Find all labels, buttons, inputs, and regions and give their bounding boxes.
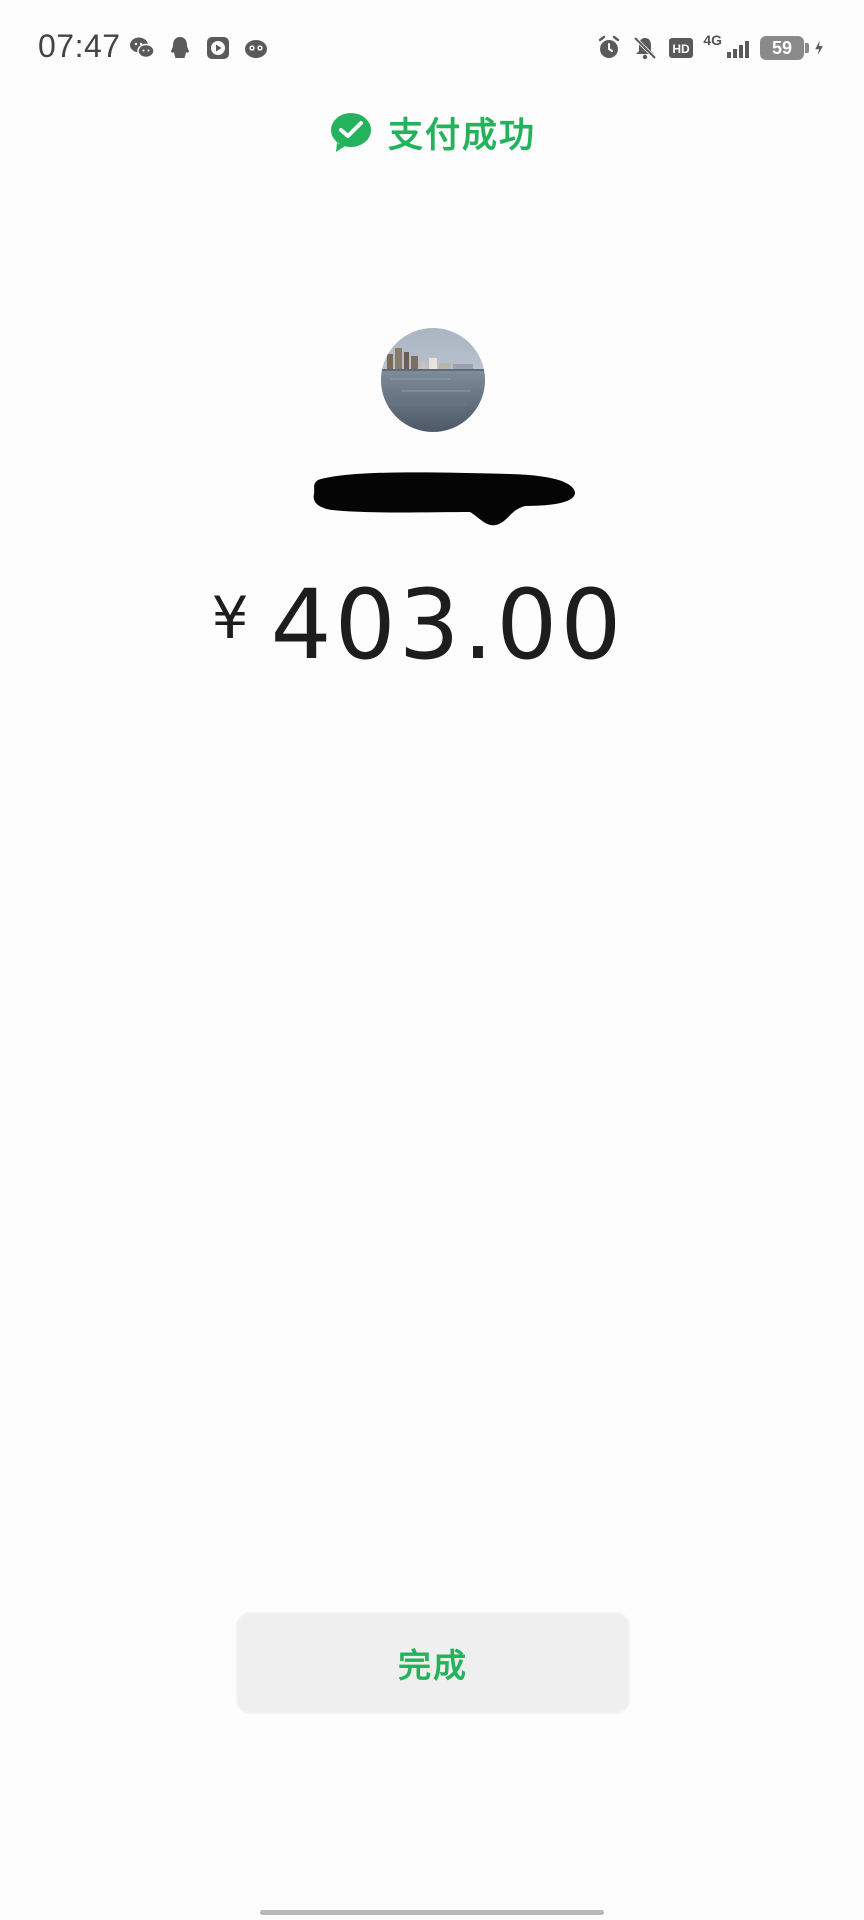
qq-icon: [171, 37, 189, 58]
network-type-label: 4G: [703, 32, 722, 48]
battery-level: 59: [771, 37, 793, 58]
hd-icon: HD: [669, 38, 694, 58]
wechat-icon: [130, 37, 155, 59]
payment-amount: ¥ 403.00: [0, 570, 864, 680]
status-time: 07:47: [38, 28, 121, 64]
app-mascot-icon: [245, 40, 267, 58]
signal-4g-icon: [727, 41, 749, 58]
payee-name-redaction: [313, 472, 576, 526]
payment-success-check-icon: [330, 113, 371, 152]
done-button-label: 完成: [398, 1646, 468, 1685]
amount-value: 403.00: [270, 569, 625, 681]
payment-result-header: 支付成功: [0, 100, 864, 164]
status-left-icons: [128, 34, 270, 62]
charging-icon: [815, 40, 823, 56]
home-indicator[interactable]: [260, 1910, 604, 1915]
status-right-icons: HD 4G 59: [595, 32, 830, 62]
mute-bell-icon: [634, 36, 657, 60]
video-player-icon: [207, 37, 229, 59]
alarm-icon: [599, 35, 620, 58]
payee-avatar: [381, 328, 485, 432]
done-button[interactable]: 完成: [236, 1612, 630, 1714]
status-bar: 07:47 HD 4G 59: [0, 0, 864, 96]
currency-symbol: ¥: [211, 584, 249, 652]
svg-text:HD: HD: [673, 42, 691, 56]
battery-icon: 59: [760, 36, 809, 60]
payment-success-title: 支付成功: [387, 115, 536, 156]
